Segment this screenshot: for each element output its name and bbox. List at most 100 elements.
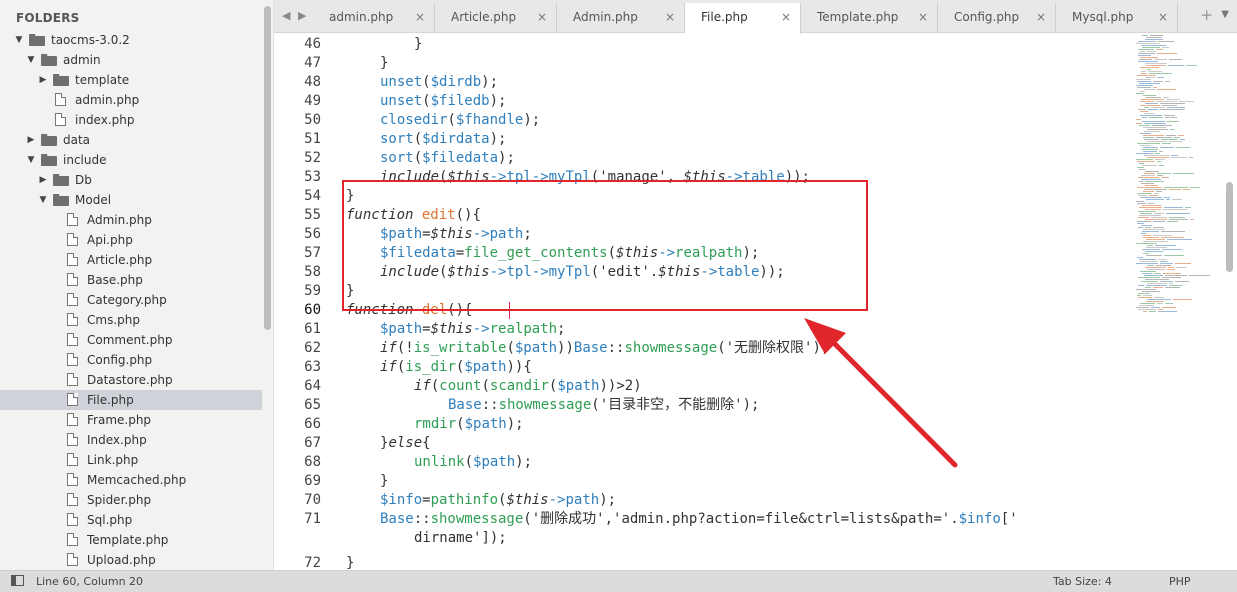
tree-folder[interactable]: ▶ Db [0, 170, 262, 190]
close-icon[interactable]: × [665, 10, 675, 24]
tree-folder[interactable]: ▼ Model [0, 190, 262, 210]
tree-folder[interactable]: ▼ taocms-3.0.2 [0, 30, 262, 50]
tree-file[interactable]: Datastore.php [0, 370, 262, 390]
minimap-line [1136, 119, 1141, 120]
tab-admin[interactable]: Admin.php × [557, 3, 685, 33]
minimap-line [1139, 83, 1160, 84]
tree-file[interactable]: Comment.php [0, 330, 262, 350]
tab-size-setting[interactable]: Tab Size: 4 [1053, 575, 1112, 588]
tree-item-label: Base.php [87, 273, 143, 287]
tree-file[interactable]: Article.php [0, 250, 262, 270]
code-token: Base [573, 340, 608, 356]
new-tab-button[interactable]: + [1200, 6, 1213, 24]
code-token: path [565, 492, 600, 508]
syntax-setting[interactable]: PHP [1169, 575, 1191, 588]
minimap-line [1154, 297, 1164, 298]
file-icon [67, 553, 78, 566]
tab-menu-icon[interactable]: ▼ [1221, 9, 1229, 20]
tab-admin[interactable]: admin.php × [313, 3, 435, 33]
tree-file[interactable]: Sql.php [0, 510, 262, 530]
file-icon [67, 273, 78, 286]
minimap-line [1141, 73, 1147, 74]
minimap-line [1144, 275, 1163, 276]
tree-folder[interactable]: ▶ data [0, 130, 262, 150]
tab-label: File.php [701, 10, 748, 24]
chevron-down-icon[interactable]: ▼ [26, 150, 36, 170]
minimap-line [1136, 153, 1153, 154]
minimap-line [1173, 299, 1192, 300]
tree-file[interactable]: Frame.php [0, 410, 262, 430]
minimap-line [1169, 283, 1173, 284]
sidebar-scrollbar[interactable] [264, 6, 271, 330]
tree-folder[interactable]: ▶ template [0, 70, 262, 90]
minimap-line [1157, 175, 1163, 176]
close-icon[interactable]: × [1036, 10, 1046, 24]
minimap-line [1147, 299, 1171, 300]
line-number: 52 [304, 150, 321, 166]
code-token: $this [430, 321, 473, 337]
tree-file[interactable]: Cms.php [0, 310, 262, 330]
file-icon [67, 373, 78, 386]
tree-file[interactable]: Template.php [0, 530, 262, 550]
close-icon[interactable]: × [781, 10, 791, 24]
chevron-right-icon[interactable]: ▶ [26, 130, 36, 150]
chevron-right-icon[interactable]: ▶ [38, 70, 48, 90]
minimap-line [1137, 193, 1152, 194]
close-icon[interactable]: × [918, 10, 928, 24]
minimap-line [1141, 179, 1161, 180]
minimap-line [1139, 59, 1152, 60]
tab-file[interactable]: File.php × [685, 3, 801, 34]
minimap-line [1139, 169, 1145, 170]
tab-config[interactable]: Config.php × [938, 3, 1056, 33]
code-token: ( [523, 511, 532, 527]
tree-file[interactable]: Api.php [0, 230, 262, 250]
line-number: 51 [304, 131, 321, 147]
tab-mysql[interactable]: Mysql.php × [1056, 3, 1178, 33]
tree-file[interactable]: Category.php [0, 290, 262, 310]
minimap-line [1141, 71, 1146, 72]
tree-item-label: Model [75, 193, 112, 207]
tab-article[interactable]: Article.php × [435, 3, 557, 33]
tree-file[interactable]: File.php [0, 390, 262, 410]
close-icon[interactable]: × [537, 10, 547, 24]
tree-file[interactable]: Index.php [0, 430, 262, 450]
close-icon[interactable]: × [1158, 10, 1168, 24]
line-number: 64 [304, 378, 321, 394]
tree-file[interactable]: Config.php [0, 350, 262, 370]
tree-file[interactable]: Memcached.php [0, 470, 262, 490]
code-line: } [346, 554, 354, 570]
minimap-line [1157, 161, 1161, 162]
tree-file[interactable]: Upload.php [0, 550, 262, 570]
tree-item-label: Link.php [87, 453, 139, 467]
tree-file[interactable]: Base.php [0, 270, 262, 290]
minimap[interactable] [1134, 33, 1226, 323]
tree-file[interactable]: Admin.php [0, 210, 262, 230]
editor-scrollbar[interactable] [1226, 182, 1233, 272]
close-icon[interactable]: × [415, 10, 425, 24]
panel-toggle-icon[interactable] [11, 575, 24, 586]
tab-template[interactable]: Template.php × [801, 3, 938, 33]
tab-navigation-arrows[interactable]: ◀ ▶ [282, 9, 308, 22]
chevron-down-icon[interactable]: ▼ [26, 50, 36, 70]
tree-folder[interactable]: ▼ admin [0, 50, 262, 70]
minimap-line [1145, 287, 1151, 288]
tree-file[interactable]: Spider.php [0, 490, 262, 510]
code-token: ); [489, 131, 507, 147]
chevron-right-icon[interactable]: ▶ [38, 170, 48, 190]
minimap-line [1155, 153, 1160, 154]
minimap-line [1178, 135, 1184, 136]
tree-file[interactable]: admin.php [0, 90, 262, 110]
code-line: dirname']); [414, 529, 507, 548]
chevron-down-icon[interactable]: ▼ [38, 190, 48, 210]
code-token: '无删除权限' [725, 340, 813, 356]
chevron-down-icon[interactable]: ▼ [14, 30, 24, 50]
minimap-line [1138, 109, 1146, 110]
tree-folder[interactable]: ▼ include [0, 150, 262, 170]
cursor-position: Line 60, Column 20 [36, 575, 144, 588]
tree-file[interactable]: index.php [0, 110, 262, 130]
minimap-line [1175, 263, 1191, 264]
tree-file[interactable]: Link.php [0, 450, 262, 470]
minimap-line [1138, 53, 1155, 54]
tree-item-label: Admin.php [87, 213, 152, 227]
tree-item-label: index.php [75, 113, 135, 127]
